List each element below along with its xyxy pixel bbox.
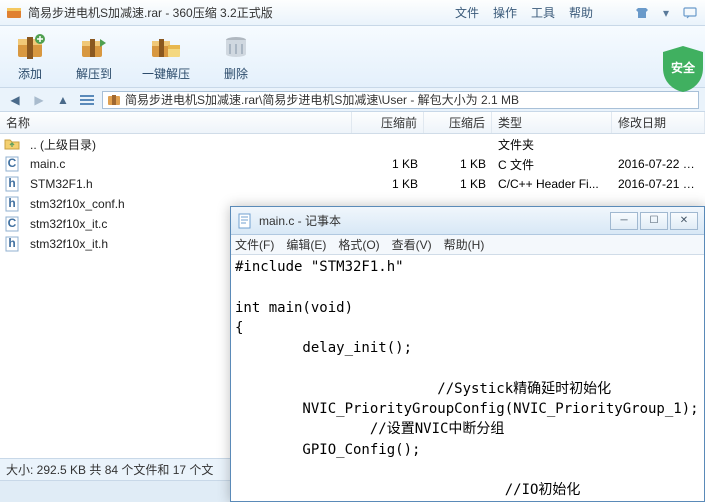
- notepad-icon: [237, 213, 253, 229]
- column-header: 名称 压缩前 压缩后 类型 修改日期: [0, 112, 705, 134]
- delete-button[interactable]: 删除: [214, 29, 258, 84]
- app-icon: [6, 5, 22, 21]
- file-icon: C: [4, 216, 20, 232]
- archive-add-icon: [14, 31, 46, 63]
- view-mode-icon[interactable]: [78, 92, 96, 108]
- app-titlebar: 简易步进电机S加减速.rar - 360压缩 3.2正式版 文件 操作 工具 帮…: [0, 0, 705, 26]
- feedback-icon[interactable]: [681, 4, 699, 22]
- titlebar-extras: ▾: [633, 4, 699, 22]
- archive-extract-icon: [78, 31, 110, 63]
- maximize-button[interactable]: ☐: [640, 212, 668, 230]
- col-type[interactable]: 类型: [492, 112, 612, 133]
- col-name[interactable]: 名称: [0, 112, 352, 133]
- quick-extract-button[interactable]: 一键解压: [136, 29, 196, 84]
- file-icon: h: [4, 236, 20, 252]
- file-date: 2016-07-21 10:22: [612, 177, 705, 191]
- status-text: 大小: 292.5 KB 共 84 个文件和 17 个文: [6, 461, 213, 478]
- menu-file[interactable]: 文件: [455, 4, 479, 21]
- notepad-title: main.c - 记事本: [259, 212, 610, 229]
- file-row[interactable]: .. (上级目录) 文件夹: [0, 134, 705, 154]
- archive-quick-icon: [150, 31, 182, 63]
- file-type: C 文件: [492, 156, 612, 173]
- np-menu-view[interactable]: 查看(V): [392, 236, 432, 253]
- up-icon[interactable]: ▲: [54, 92, 72, 108]
- file-name: main.c: [24, 157, 352, 171]
- file-icon: h: [4, 176, 20, 192]
- col-before[interactable]: 压缩前: [352, 112, 424, 133]
- toolbar: 添加 解压到 一键解压 删除 安全: [0, 26, 705, 88]
- path-bar: ◀ ▶ ▲ 简易步进电机S加减速.rar\简易步进电机S加减速\User - 解…: [0, 88, 705, 112]
- bottom-strip: [0, 480, 230, 502]
- svg-text:C: C: [8, 156, 17, 170]
- path-text: 简易步进电机S加减速.rar\简易步进电机S加减速\User - 解包大小为 2…: [125, 91, 519, 108]
- menu-operate[interactable]: 操作: [493, 4, 517, 21]
- main-menu: 文件 操作 工具 帮助: [455, 4, 633, 21]
- extract-to-label: 解压到: [76, 65, 112, 82]
- window-title: 简易步进电机S加减速.rar - 360压缩 3.2正式版: [28, 4, 273, 21]
- file-size-before: 1 KB: [352, 177, 424, 191]
- safe-badge-text: 安全: [671, 60, 696, 75]
- col-after[interactable]: 压缩后: [424, 112, 492, 133]
- np-menu-file[interactable]: 文件(F): [235, 236, 274, 253]
- file-size-after: 1 KB: [424, 177, 492, 191]
- notepad-content[interactable]: #include "STM32F1.h" int main(void) { de…: [231, 255, 704, 501]
- np-menu-format[interactable]: 格式(O): [338, 236, 379, 253]
- file-date: 2016-07-22 08:32: [612, 157, 705, 171]
- extract-to-button[interactable]: 解压到: [70, 29, 118, 84]
- archive-small-icon: [107, 93, 121, 107]
- file-icon: C: [4, 156, 20, 172]
- file-size-after: 1 KB: [424, 157, 492, 171]
- dropdown-icon[interactable]: ▾: [657, 4, 675, 22]
- file-row[interactable]: hSTM32F1.h1 KB1 KBC/C++ Header Fi...2016…: [0, 174, 705, 194]
- forward-icon[interactable]: ▶: [30, 92, 48, 108]
- notepad-titlebar[interactable]: main.c - 记事本 ─ ☐ ✕: [231, 207, 704, 235]
- file-icon: [4, 136, 20, 152]
- svg-text:h: h: [8, 176, 15, 190]
- svg-text:h: h: [8, 236, 15, 250]
- notepad-window: main.c - 记事本 ─ ☐ ✕ 文件(F) 编辑(E) 格式(O) 查看(…: [230, 206, 705, 502]
- back-icon[interactable]: ◀: [6, 92, 24, 108]
- file-row[interactable]: Cmain.c1 KB1 KBC 文件2016-07-22 08:32: [0, 154, 705, 174]
- quick-extract-label: 一键解压: [142, 65, 190, 82]
- file-name: STM32F1.h: [24, 177, 352, 191]
- status-bar: 大小: 292.5 KB 共 84 个文件和 17 个文: [0, 458, 230, 480]
- trash-icon: [220, 31, 252, 63]
- path-input[interactable]: 简易步进电机S加减速.rar\简易步进电机S加减速\User - 解包大小为 2…: [102, 91, 699, 109]
- file-size-before: 1 KB: [352, 157, 424, 171]
- col-date[interactable]: 修改日期: [612, 112, 705, 133]
- delete-label: 删除: [224, 65, 248, 82]
- svg-text:C: C: [8, 216, 17, 230]
- menu-help[interactable]: 帮助: [569, 4, 593, 21]
- file-icon: h: [4, 196, 20, 212]
- add-button[interactable]: 添加: [8, 29, 52, 84]
- menu-tools[interactable]: 工具: [531, 4, 555, 21]
- notepad-menubar: 文件(F) 编辑(E) 格式(O) 查看(V) 帮助(H): [231, 235, 704, 255]
- add-label: 添加: [18, 65, 42, 82]
- minimize-button[interactable]: ─: [610, 212, 638, 230]
- safe-badge-icon: 安全: [661, 44, 705, 94]
- svg-text:h: h: [8, 196, 15, 210]
- file-name: .. (上级目录): [24, 136, 352, 153]
- notepad-window-buttons: ─ ☐ ✕: [610, 212, 698, 230]
- np-menu-help[interactable]: 帮助(H): [444, 236, 485, 253]
- file-type: 文件夹: [492, 136, 612, 153]
- shirt-icon[interactable]: [633, 4, 651, 22]
- close-button[interactable]: ✕: [670, 212, 698, 230]
- np-menu-edit[interactable]: 编辑(E): [286, 236, 326, 253]
- file-type: C/C++ Header Fi...: [492, 177, 612, 191]
